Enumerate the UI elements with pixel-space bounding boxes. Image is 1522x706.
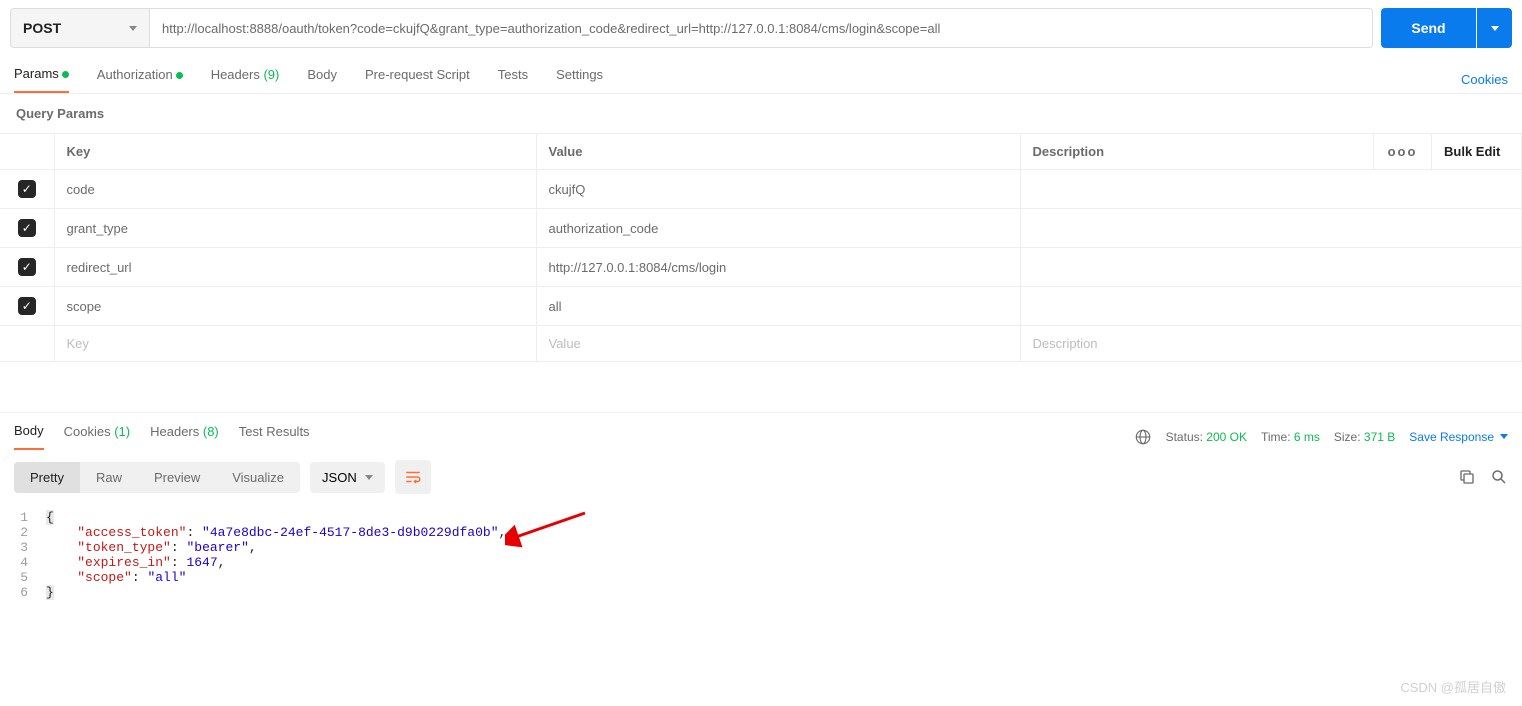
param-key[interactable]: scope (54, 287, 536, 326)
save-response-button[interactable]: Save Response (1409, 430, 1508, 444)
tab-params[interactable]: Params (14, 66, 69, 93)
size-text: Size: 371 B (1334, 430, 1395, 444)
param-value-placeholder[interactable]: Value (536, 326, 1020, 362)
wrap-icon (404, 468, 422, 486)
bulk-edit-button[interactable]: Bulk Edit (1432, 134, 1522, 170)
dot-indicator-icon (176, 72, 183, 79)
url-text: http://localhost:8888/oauth/token?code=c… (162, 21, 940, 36)
param-value[interactable]: http://127.0.0.1:8084/cms/login (536, 248, 1020, 287)
resp-tab-cookies[interactable]: Cookies (1) (64, 424, 130, 449)
tab-tests[interactable]: Tests (498, 67, 528, 92)
param-value[interactable]: all (536, 287, 1020, 326)
table-row: ✓ grant_type authorization_code (0, 209, 1522, 248)
value-header: Value (536, 134, 1020, 170)
time-text: Time: 6 ms (1261, 430, 1320, 444)
more-header[interactable]: ooo (1374, 134, 1432, 170)
param-desc[interactable] (1020, 209, 1522, 248)
param-desc[interactable] (1020, 170, 1522, 209)
row-checkbox[interactable]: ✓ (18, 180, 36, 198)
view-pretty-button[interactable]: Pretty (14, 462, 80, 493)
key-header: Key (54, 134, 536, 170)
table-row: ✓ code ckujfQ (0, 170, 1522, 209)
table-row: ✓ redirect_url http://127.0.0.1:8084/cms… (0, 248, 1522, 287)
response-body[interactable]: 1{ 2 "access_token": "4a7e8dbc-24ef-4517… (0, 504, 1522, 606)
status-text: Status: 200 OK (1166, 430, 1247, 444)
chevron-down-icon (1500, 434, 1508, 439)
tab-body[interactable]: Body (307, 67, 337, 92)
send-dropdown-button[interactable] (1477, 8, 1512, 48)
table-row-new: Key Value Description (0, 326, 1522, 362)
tab-headers[interactable]: Headers (9) (211, 67, 280, 92)
row-checkbox[interactable]: ✓ (18, 258, 36, 276)
param-desc[interactable] (1020, 287, 1522, 326)
url-input[interactable]: http://localhost:8888/oauth/token?code=c… (150, 8, 1373, 48)
view-mode-toggle: Pretty Raw Preview Visualize (14, 462, 300, 493)
wrap-lines-button[interactable] (395, 460, 431, 494)
table-row: ✓ scope all (0, 287, 1522, 326)
cookies-link[interactable]: Cookies (1461, 72, 1508, 87)
send-button[interactable]: Send (1381, 8, 1476, 48)
description-header: Description (1020, 134, 1374, 170)
view-raw-button[interactable]: Raw (80, 462, 138, 493)
resp-tab-headers[interactable]: Headers (8) (150, 424, 219, 449)
http-method-label: POST (23, 20, 61, 36)
chevron-down-icon (129, 26, 137, 31)
param-desc[interactable] (1020, 248, 1522, 287)
param-desc-placeholder[interactable]: Description (1020, 326, 1522, 362)
format-select[interactable]: JSON (310, 462, 385, 493)
row-checkbox[interactable]: ✓ (18, 297, 36, 315)
query-params-title: Query Params (0, 94, 1522, 133)
param-key[interactable]: grant_type (54, 209, 536, 248)
param-key[interactable]: code (54, 170, 536, 209)
view-visualize-button[interactable]: Visualize (216, 462, 300, 493)
globe-icon[interactable] (1134, 428, 1152, 446)
param-key-placeholder[interactable]: Key (54, 326, 536, 362)
dot-indicator-icon (62, 71, 69, 78)
param-key[interactable]: redirect_url (54, 248, 536, 287)
http-method-select[interactable]: POST (10, 8, 150, 48)
copy-icon[interactable] (1458, 468, 1476, 486)
resp-tab-body[interactable]: Body (14, 423, 44, 450)
checkbox-header (0, 134, 54, 170)
row-checkbox[interactable]: ✓ (18, 219, 36, 237)
chevron-down-icon (365, 475, 373, 480)
view-preview-button[interactable]: Preview (138, 462, 216, 493)
param-value[interactable]: authorization_code (536, 209, 1020, 248)
annotation-arrow-icon (505, 508, 595, 548)
resp-tab-tests[interactable]: Test Results (239, 424, 310, 449)
chevron-down-icon (1491, 26, 1499, 31)
tab-settings[interactable]: Settings (556, 67, 603, 92)
search-icon[interactable] (1490, 468, 1508, 486)
tab-prerequest[interactable]: Pre-request Script (365, 67, 470, 92)
param-value[interactable]: ckujfQ (536, 170, 1020, 209)
tab-authorization[interactable]: Authorization (97, 67, 183, 92)
watermark: CSDN @孤居自傲 (1400, 677, 1506, 696)
query-params-table: Key Value Description ooo Bulk Edit ✓ co… (0, 133, 1522, 362)
